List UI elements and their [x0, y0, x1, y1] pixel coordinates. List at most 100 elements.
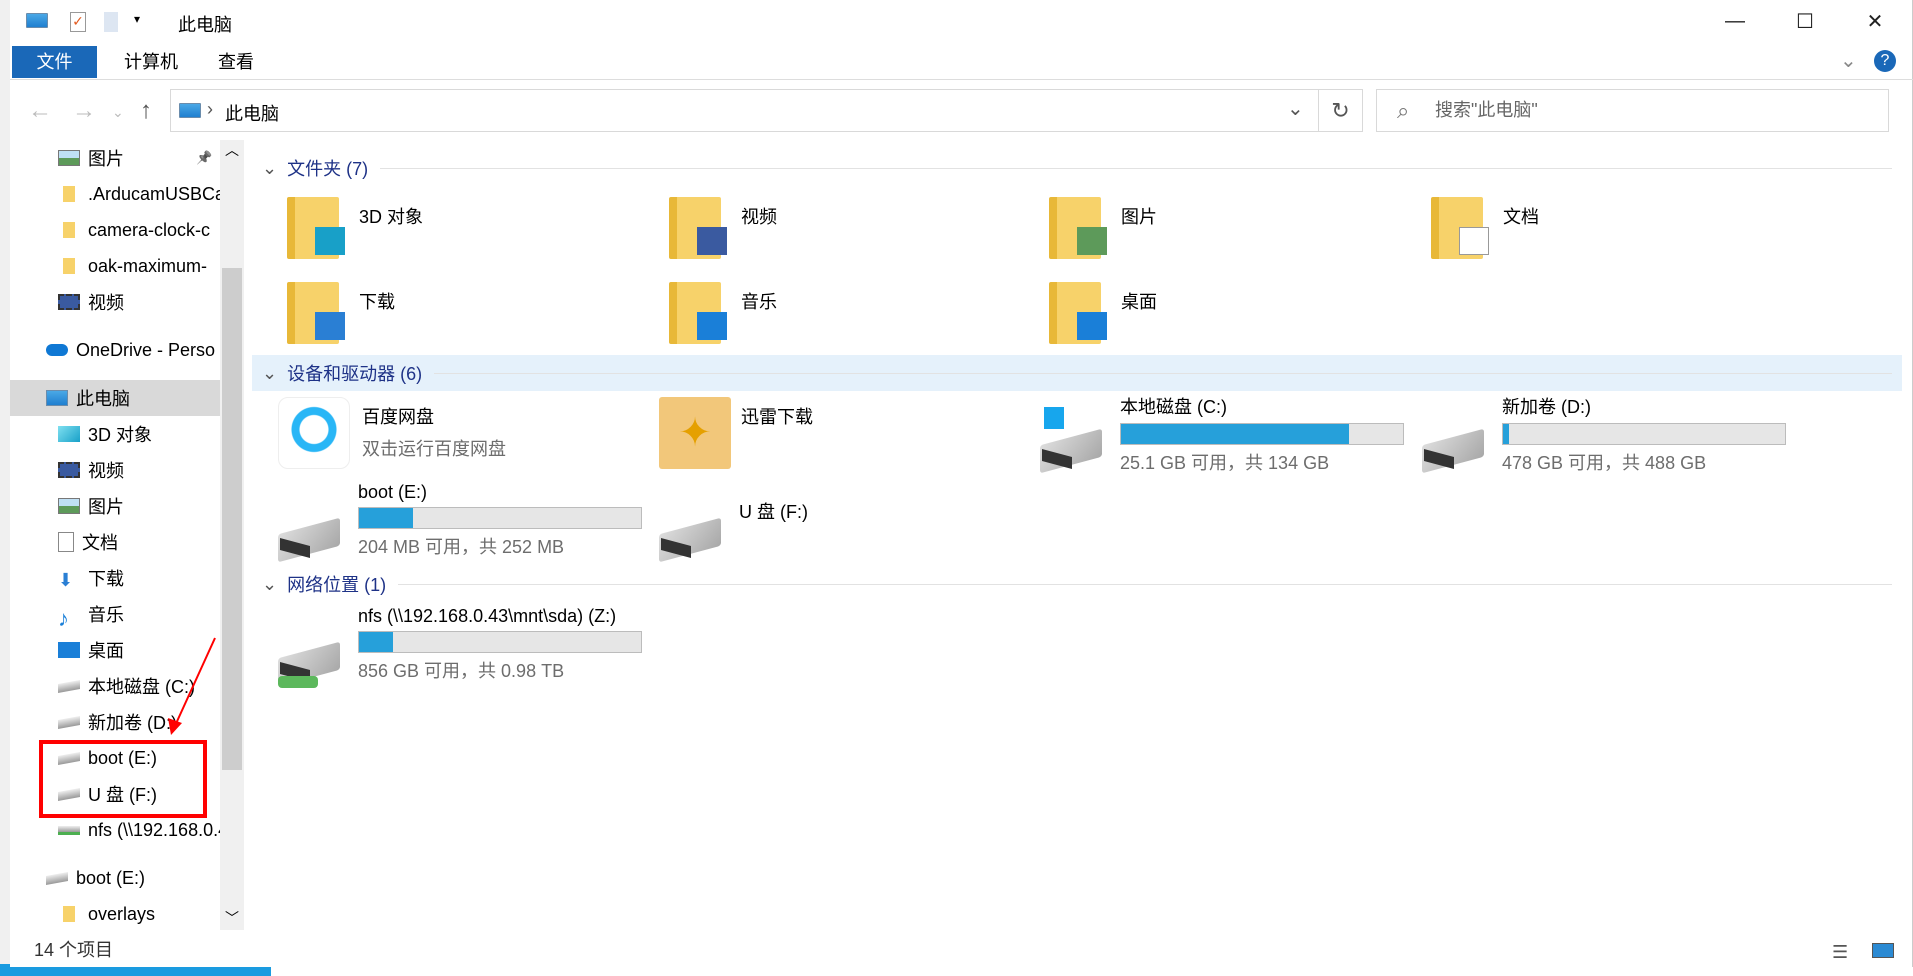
properties-icon[interactable]: ✓: [70, 12, 86, 32]
tab-file[interactable]: 文件: [12, 46, 97, 78]
drive-icon: [58, 715, 80, 729]
app-text: 百度网盘 双击运行百度网盘: [362, 397, 506, 469]
section-title: 设备和驱动器 (6): [287, 364, 423, 384]
folder-overlay-icon: [697, 312, 727, 340]
section-folders[interactable]: ⌄ 文件夹 (7): [262, 155, 1892, 181]
scroll-up-icon[interactable]: ︿: [225, 140, 239, 160]
drive-free-space: 25.1 GB 可用，共 134 GB: [1120, 453, 1330, 473]
folder-tile[interactable]: 音乐: [669, 282, 777, 344]
app-baidu-netdisk[interactable]: 百度网盘 双击运行百度网盘: [278, 397, 506, 469]
tab-view[interactable]: 查看: [194, 46, 278, 78]
quick-access-dropdown-icon[interactable]: ▾: [134, 12, 140, 26]
nav-item-label: 此电脑: [76, 389, 130, 409]
pictures-icon: [58, 498, 80, 514]
pin-icon[interactable]: 📌: [196, 150, 212, 166]
search-icon: ⌕: [1397, 98, 1410, 123]
nav-item[interactable]: ⬇ 下载: [10, 560, 244, 596]
folder-tile[interactable]: 下载: [287, 282, 395, 344]
folder-tile[interactable]: 桌面: [1049, 282, 1157, 344]
nav-item[interactable]: ♪ 音乐: [10, 596, 244, 632]
drive-usage-bar: [1502, 423, 1786, 445]
minimize-button[interactable]: —: [1700, 0, 1770, 43]
folder-name: 图片: [1121, 207, 1157, 227]
expand-ribbon-icon[interactable]: ⌄: [1840, 48, 1857, 73]
drive-name: 本地磁盘 (C:): [1120, 397, 1227, 417]
drive-info: U 盘 (F:): [739, 482, 808, 556]
nav-item[interactable]: 此电脑: [10, 380, 220, 416]
nav-item[interactable]: camera-clock-c: [10, 212, 244, 248]
nav-item[interactable]: 3D 对象: [10, 416, 244, 452]
folder-icon: [287, 282, 345, 344]
nav-item[interactable]: .ArducamUSBCa: [10, 176, 244, 212]
nav-item-label: oak-maximum-: [88, 255, 208, 276]
drive-usage-fill: [359, 508, 413, 528]
nav-item[interactable]: 图片: [10, 488, 244, 524]
scroll-down-icon[interactable]: ﹀: [225, 908, 239, 928]
drive-tile[interactable]: 新加卷 (D:) 478 GB 可用，共 488 GB: [1422, 393, 1786, 475]
app-xunlei[interactable]: ✦ 迅雷下载: [659, 397, 813, 469]
folder-tile[interactable]: 图片: [1049, 197, 1157, 259]
drive-usage-bar: [358, 631, 642, 653]
help-icon[interactable]: ?: [1874, 50, 1896, 72]
nav-item-label: 文档: [82, 533, 118, 553]
drive-tile[interactable]: 本地磁盘 (C:) 25.1 GB 可用，共 134 GB: [1040, 393, 1404, 475]
nav-item-label: 下载: [88, 569, 124, 589]
drive-tile[interactable]: boot (E:) 204 MB 可用，共 252 MB: [278, 482, 642, 563]
folder-name: 下载: [359, 292, 395, 312]
breadcrumb-separator[interactable]: ›: [207, 99, 213, 120]
nav-item[interactable]: OneDrive - Perso: [10, 332, 244, 368]
folder-tile[interactable]: 文档: [1431, 197, 1539, 259]
nav-item[interactable]: 文档: [10, 524, 244, 560]
nav-item-label: 图片: [88, 149, 124, 169]
tab-computer[interactable]: 计算机: [100, 46, 202, 78]
pc-icon: [46, 390, 68, 406]
section-network[interactable]: ⌄ 网络位置 (1): [262, 571, 1892, 597]
drive-info: nfs (\\192.168.0.43\mnt\sda) (Z:) 856 GB …: [358, 606, 642, 683]
nav-item-label: boot (E:): [76, 867, 146, 888]
annotation-arrow: [168, 637, 216, 735]
drive-info: 新加卷 (D:) 478 GB 可用，共 488 GB: [1502, 393, 1786, 475]
drive-usage-bar: [1120, 423, 1404, 445]
highlight-box: [39, 740, 207, 818]
section-devices[interactable]: ⌄ 设备和驱动器 (6): [262, 360, 1892, 386]
details-view-icon[interactable]: ☰: [1832, 935, 1848, 969]
drive-info: 本地磁盘 (C:) 25.1 GB 可用，共 134 GB: [1120, 393, 1404, 475]
refresh-button[interactable]: ↻: [1318, 89, 1363, 132]
address-dropdown-icon[interactable]: ⌄: [1287, 96, 1304, 121]
folder-icon: [669, 197, 727, 259]
folder-icon: [1049, 282, 1107, 344]
large-icons-view-icon[interactable]: [1872, 943, 1894, 958]
forward-button[interactable]: →: [72, 97, 96, 125]
nav-item[interactable]: overlays: [10, 896, 244, 930]
close-button[interactable]: ✕: [1840, 0, 1910, 43]
nav-item[interactable]: boot (E:): [10, 860, 244, 896]
search-placeholder: 搜索"此电脑": [1435, 100, 1538, 120]
baidu-netdisk-icon: [278, 397, 350, 469]
recent-locations-button[interactable]: ⌄: [112, 104, 124, 121]
new-folder-icon[interactable]: [104, 12, 118, 32]
search-input[interactable]: ⌕ 搜索"此电脑": [1376, 89, 1889, 132]
folder-overlay-icon: [315, 227, 345, 255]
up-button[interactable]: ↑: [140, 97, 152, 125]
nav-item[interactable]: 视频: [10, 284, 244, 320]
breadcrumb-this-pc[interactable]: 此电脑: [225, 100, 279, 126]
back-button[interactable]: ←: [28, 97, 52, 125]
nav-item-label: OneDrive - Perso: [76, 339, 216, 360]
folder-tile[interactable]: 3D 对象: [287, 197, 423, 259]
drive-tile[interactable]: U 盘 (F:): [659, 482, 808, 563]
network-drive-icon: [278, 640, 340, 688]
folder-name: 桌面: [1121, 292, 1157, 312]
nav-item[interactable]: 图片 📌: [10, 140, 244, 176]
section-title: 文件夹 (7): [287, 159, 369, 179]
drive-name: U 盘 (F:): [739, 502, 808, 522]
nav-item[interactable]: 视频: [10, 452, 244, 488]
nav-item[interactable]: oak-maximum-: [10, 248, 244, 284]
address-bar[interactable]: › 此电脑 ⌄: [170, 89, 1363, 132]
maximize-button[interactable]: ☐: [1770, 0, 1840, 43]
drive-icon: [1040, 405, 1102, 474]
drive-icon: [659, 516, 721, 563]
folder-name: 视频: [741, 207, 777, 227]
drive-tile[interactable]: nfs (\\192.168.0.43\mnt\sda) (Z:) 856 GB …: [278, 606, 642, 688]
folder-tile[interactable]: 视频: [669, 197, 777, 259]
network-cable-icon: [278, 676, 318, 688]
